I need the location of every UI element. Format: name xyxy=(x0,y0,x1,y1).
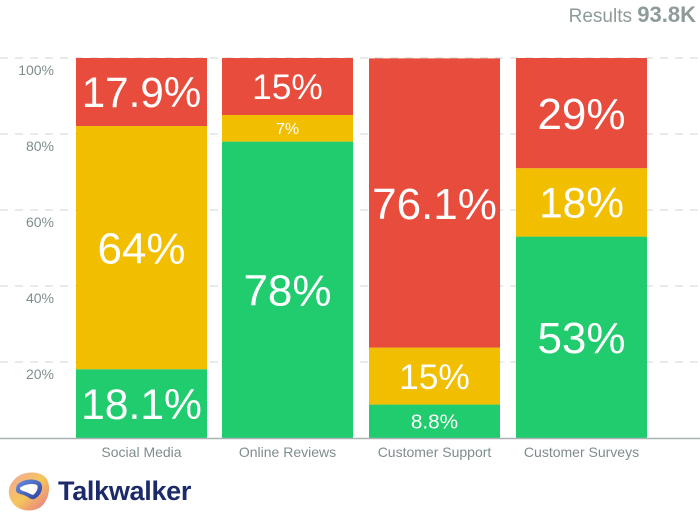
data-label: 53% xyxy=(537,314,625,363)
brand-name: Talkwalker xyxy=(58,475,192,506)
talkwalker-logo-icon xyxy=(8,472,50,511)
data-label: 18% xyxy=(539,180,624,227)
data-label: 7% xyxy=(276,121,299,138)
data-label: 18.1% xyxy=(81,381,202,429)
y-axis-labels: 20% 40% 60% 80% 100% xyxy=(18,62,54,382)
y-tick-label: 100% xyxy=(18,62,54,78)
data-label: 15% xyxy=(252,68,323,107)
bars: 18.1% 64% 17.9% 78% 7% 15% 8.8% 15% 76.1% 53% 18% 2… xyxy=(76,58,647,438)
y-tick-label: 40% xyxy=(26,290,54,306)
data-label: 78% xyxy=(243,267,331,316)
data-label: 29% xyxy=(537,90,625,139)
x-tick-label: Customer Support xyxy=(378,444,492,460)
data-label: 76.1% xyxy=(372,180,497,229)
y-tick-label: 80% xyxy=(26,138,54,154)
data-label: 17.9% xyxy=(82,69,202,116)
y-tick-label: 60% xyxy=(26,214,54,230)
stacked-bar-chart: 20% 40% 60% 80% 100% 18.1% 64% 17.9% 78% 7% 15% 8.… xyxy=(0,57,700,460)
x-tick-label: Online Reviews xyxy=(239,444,336,460)
x-tick-label: Customer Surveys xyxy=(524,444,639,460)
x-tick-label: Social Media xyxy=(101,444,181,460)
talkwalker-logo: Talkwalker xyxy=(6,466,191,516)
y-tick-label: 20% xyxy=(26,366,54,382)
data-label: 64% xyxy=(97,224,185,273)
x-axis-labels: Social Media Online Reviews Customer Suppo… xyxy=(101,444,639,460)
data-label: 15% xyxy=(399,358,470,397)
data-label: 8.8% xyxy=(411,411,458,434)
